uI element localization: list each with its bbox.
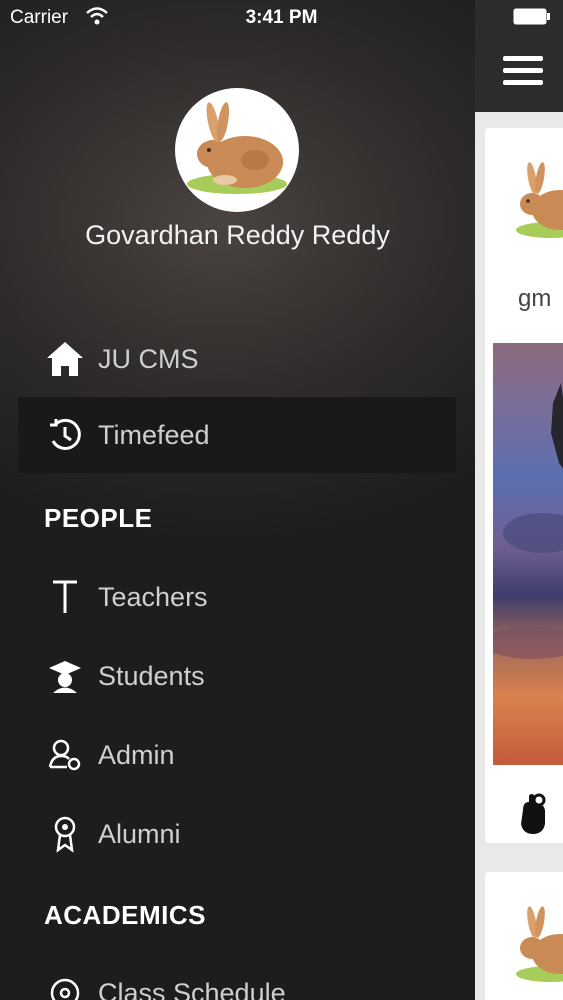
menu-item-ju-cms[interactable]: JU CMS [18,321,456,397]
menu-item-students[interactable]: Students [18,638,456,714]
menu-item-label: Alumni [98,818,181,849]
menu-item-label: Teachers [98,581,208,612]
admin-icon [42,732,88,778]
card-avatar [516,906,563,982]
status-bar: Carrier 3:41 PM [0,0,563,36]
user-name: Govardhan Reddy Reddy [85,220,390,250]
card-avatar [516,162,563,238]
menu-item-alumni[interactable]: Alumni [18,796,456,872]
menu-item-label: JU CMS [98,343,199,374]
menu-item-label: Class Schedule [98,977,286,1000]
section-header-people: PEOPLE [44,503,153,533]
menu-item-timefeed[interactable]: Timefeed [18,397,456,473]
graduation-cap-icon [42,653,88,699]
feed-photo[interactable] [483,343,563,765]
card-author-name: gm [518,285,552,312]
section-header-academics: ACADEMICS [44,900,206,930]
main-content: gm [475,0,563,1000]
home-icon [42,336,88,382]
menu-item-label: Students [98,660,205,691]
ribbon-badge-icon [42,811,88,857]
battery-icon [513,8,551,25]
clock-icon [42,412,88,458]
hamburger-menu-icon[interactable] [503,56,543,88]
teacher-icon [42,574,88,620]
menu-item-admin[interactable]: Admin [18,717,456,793]
menu-item-label: Timefeed [98,419,210,450]
menu-item-label: Admin [98,739,175,770]
user-avatar[interactable] [175,88,299,212]
side-drawer: Govardhan Reddy Reddy JU CMS Timefeed PE… [0,0,475,1000]
like-hand-icon[interactable] [513,790,553,841]
menu-item-teachers[interactable]: Teachers [18,559,456,635]
schedule-icon [42,970,88,1000]
menu-item-class-schedule[interactable]: Class Schedule [18,955,456,1000]
feed-card[interactable] [485,872,563,1000]
status-time: 3:41 PM [245,7,318,28]
